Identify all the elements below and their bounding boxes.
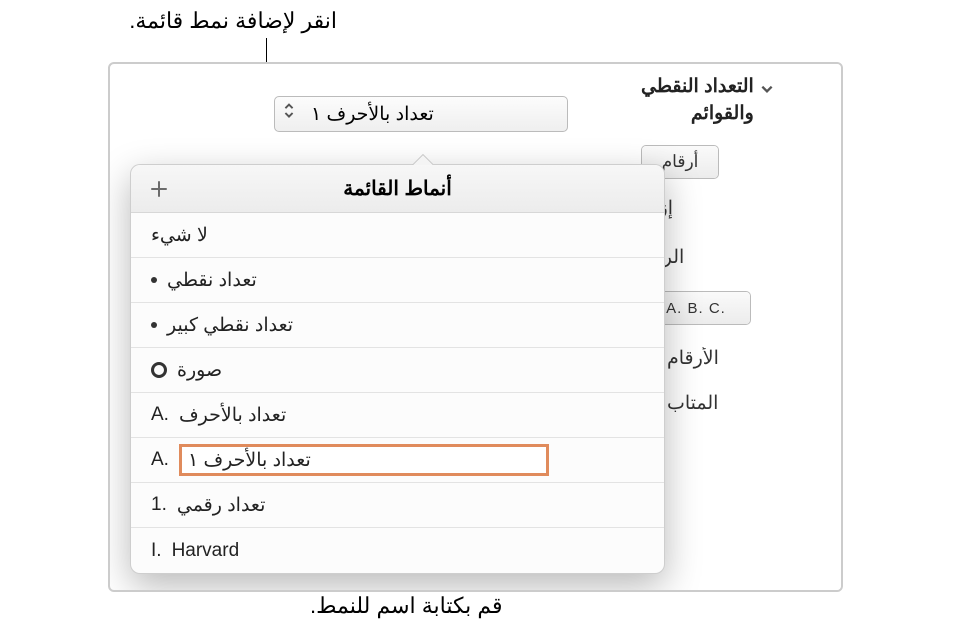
style-label: تعداد بالأحرف (179, 404, 286, 427)
section-title: التعداد النقطي والقوائم (641, 74, 754, 127)
style-item-lettered-1[interactable]: تعداد بالأحرف ١ A. (131, 438, 664, 483)
style-label: تعداد نقطي (167, 269, 257, 292)
style-item-none[interactable]: لا شيء (131, 213, 664, 258)
style-item-numbered[interactable]: تعداد رقمي 1. (131, 483, 664, 528)
format-sidebar: التعداد النقطي والقوائم أرقام إزاح الرقم… (641, 64, 841, 590)
bullet-icon (151, 277, 157, 283)
inspector-panel: التعداد النقطي والقوائم أرقام إزاح الرقم… (108, 62, 843, 592)
style-name-input-value: تعداد بالأحرف ١ (188, 449, 311, 472)
style-label: تعداد رقمي (177, 494, 266, 517)
image-bullet-icon (151, 362, 167, 378)
tiered-label: الأرقام (667, 347, 719, 370)
continue-label: المتاب (667, 392, 718, 415)
style-label: تعداد نقطي كبير (167, 314, 293, 337)
style-item-bullet[interactable]: تعداد نقطي (131, 258, 664, 303)
style-list: لا شيء تعداد نقطي تعداد نقطي كبير صورة ت… (131, 213, 664, 573)
chevron-down-icon[interactable] (760, 80, 774, 94)
popover-title: أنماط القائمة (343, 176, 452, 201)
style-label: صورة (177, 359, 222, 382)
updown-icon (283, 101, 295, 126)
bullet-icon (151, 322, 157, 328)
indent-label: إزاح (641, 197, 829, 220)
style-item-bullet-big[interactable]: تعداد نقطي كبير (131, 303, 664, 348)
style-label: لا شيء (151, 224, 208, 247)
style-label: Harvard (172, 540, 240, 562)
style-marker: I. (151, 540, 162, 562)
dropdown-value: تعداد بالأحرف ١ (311, 103, 434, 126)
add-style-button[interactable] (145, 175, 173, 203)
style-item-lettered[interactable]: تعداد بالأحرف A. (131, 393, 664, 438)
number-label: الرقم (641, 246, 829, 269)
style-item-harvard[interactable]: Harvard I. (131, 528, 664, 573)
callout-type-name: قم بكتابة اسم للنمط. (310, 593, 503, 619)
section-title-l1: التعداد النقطي (641, 74, 754, 101)
style-item-image[interactable]: صورة (131, 348, 664, 393)
style-name-input[interactable]: تعداد بالأحرف ١ (179, 444, 549, 476)
style-marker: 1. (151, 494, 167, 516)
list-styles-popover: أنماط القائمة لا شيء تعداد نقطي تعداد نق… (130, 164, 665, 574)
section-title-l2: والقوائم (641, 101, 754, 128)
list-style-dropdown[interactable]: تعداد بالأحرف ١ (274, 96, 568, 132)
style-marker: A. (151, 449, 169, 471)
popover-header: أنماط القائمة (131, 165, 664, 213)
callout-add-style: انقر لإضافة نمط قائمة. (129, 8, 337, 34)
style-marker: A. (151, 404, 169, 426)
